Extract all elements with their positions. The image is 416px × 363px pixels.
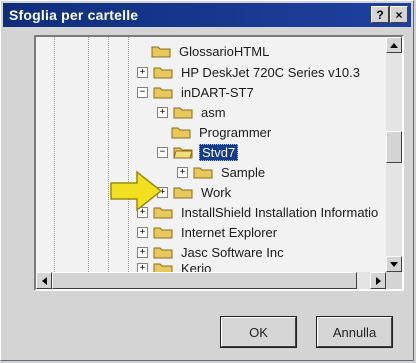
folder-tree[interactable]: GlossarioHTML + HP DeskJet 720C Series v…	[34, 35, 404, 291]
tree-item-sample[interactable]: + Sample	[177, 162, 267, 182]
horizontal-scrollbar[interactable]	[36, 272, 386, 289]
tree-guide-line	[88, 37, 89, 272]
tree-item-indart-st7[interactable]: − inDART-ST7	[137, 82, 256, 102]
tree-item-label: inDART-ST7	[181, 84, 254, 100]
tree-item-installshield[interactable]: + InstallShield Installation Informatio	[137, 202, 380, 222]
expand-toggle[interactable]: +	[137, 66, 148, 78]
scroll-up-button[interactable]	[386, 37, 402, 53]
close-button[interactable]: ×	[390, 6, 408, 23]
yellow-pointer-arrow-icon	[110, 170, 163, 212]
arrow-right-icon	[375, 276, 381, 285]
tree-item-label: InstallShield Installation Informatio	[181, 204, 379, 220]
vertical-scrollbar[interactable]	[386, 37, 402, 272]
ok-button[interactable]: OK	[220, 316, 297, 348]
folder-icon	[171, 127, 191, 139]
folder-icon	[153, 67, 173, 79]
folder-open-icon	[153, 87, 173, 99]
arrow-left-icon	[41, 276, 47, 285]
tree-item-label: HP DeskJet 720C Series v10.3	[181, 64, 360, 80]
folder-icon	[193, 167, 213, 179]
tree-item-label: Jasc Software Inc	[181, 244, 284, 260]
tree-item-hp-deskjet[interactable]: + HP DeskJet 720C Series v10.3	[137, 62, 362, 82]
tree-item-label: Programmer	[199, 124, 272, 140]
collapse-toggle[interactable]: −	[137, 86, 148, 98]
arrow-up-icon	[390, 42, 398, 48]
expand-toggle[interactable]: +	[137, 226, 148, 238]
tree-item-work[interactable]: + Work	[157, 182, 233, 202]
tree-item-label: Work	[201, 184, 232, 200]
horizontal-scroll-thumb[interactable]	[52, 272, 357, 289]
tree-item-jasc-software[interactable]: + Jasc Software Inc	[137, 242, 286, 262]
cancel-button[interactable]: Annulla	[316, 316, 393, 348]
tree-item-label: Internet Explorer	[181, 224, 278, 240]
tree-guide-line	[54, 37, 55, 272]
tree-guide-line	[108, 37, 109, 272]
tree-item-programmer[interactable]: Programmer	[171, 122, 273, 142]
tree-guide-line	[128, 37, 129, 272]
tree-item-asm[interactable]: + asm	[157, 102, 228, 122]
expand-toggle[interactable]: +	[137, 246, 148, 258]
tree-item-label: Sample	[221, 164, 266, 180]
vertical-scroll-thumb[interactable]	[386, 131, 402, 163]
title-bar[interactable]: Sfoglia per cartelle ? ×	[3, 3, 411, 27]
browse-folder-dialog: Sfoglia per cartelle ? × GlossarioHTML +…	[0, 0, 414, 361]
tree-item-stvd7[interactable]: − Stvd7	[157, 142, 239, 162]
expand-toggle[interactable]: +	[157, 106, 168, 118]
scrollbar-corner	[386, 272, 402, 289]
scroll-right-button[interactable]	[370, 272, 386, 289]
folder-icon	[151, 46, 171, 58]
tree-item-glossariohtml[interactable]: GlossarioHTML	[151, 41, 271, 61]
tree-item-label-selected: Stvd7	[199, 143, 239, 161]
tree-item-internet-explorer[interactable]: + Internet Explorer	[137, 222, 279, 242]
tree-item-label: asm	[201, 104, 226, 120]
arrow-down-icon	[390, 261, 398, 267]
window-title: Sfoglia per cartelle	[9, 7, 139, 23]
scroll-left-button[interactable]	[36, 272, 52, 289]
help-button[interactable]: ?	[371, 6, 389, 23]
folder-icon	[173, 107, 193, 119]
folder-icon	[153, 247, 173, 259]
tree-item-label: GlossarioHTML	[179, 43, 270, 59]
folder-icon	[173, 187, 193, 199]
collapse-toggle[interactable]: −	[157, 146, 168, 158]
scroll-down-button[interactable]	[386, 256, 402, 272]
expand-toggle[interactable]: +	[177, 166, 188, 178]
folder-open-icon	[173, 147, 193, 159]
folder-icon	[153, 227, 173, 239]
